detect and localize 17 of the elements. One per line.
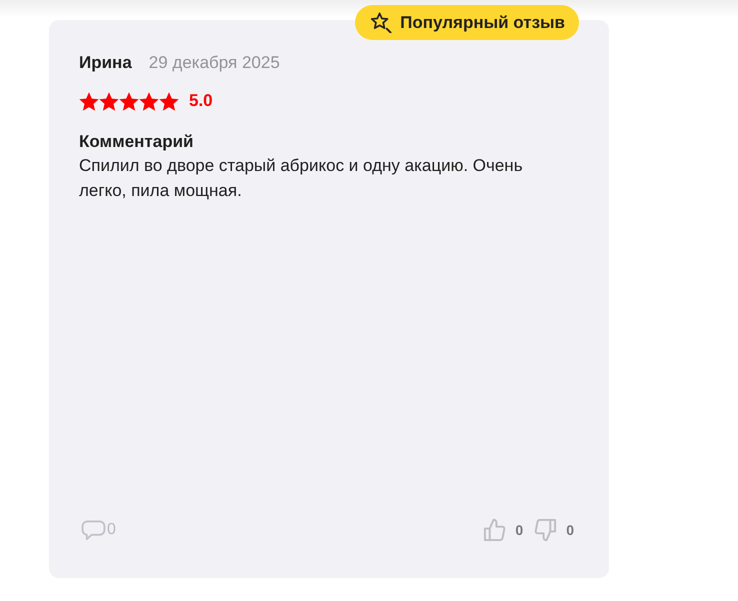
star-icon <box>159 92 179 110</box>
star-icon <box>139 92 159 110</box>
star-icon <box>119 92 139 110</box>
comment-heading: Комментарий <box>79 131 194 153</box>
star-icon <box>99 92 119 110</box>
star-wand-icon <box>371 12 392 33</box>
thumbs-up-icon <box>483 518 506 542</box>
badge-label: Популярный отзыв <box>400 12 565 32</box>
author-name: Ирина <box>79 53 132 73</box>
dislike-button[interactable]: 0 <box>534 518 574 542</box>
star-icon <box>79 92 99 110</box>
review-date: 29 декабря 2025 <box>148 53 280 73</box>
rating-value: 5.0 <box>189 91 213 111</box>
thumbs-down-icon <box>534 518 558 542</box>
like-button[interactable]: 0 <box>483 518 524 542</box>
speech-bubble-icon <box>81 520 106 540</box>
comment-text: Спилил во дворе старый абрикос и одну акацию. Очень легко, пила мощная. <box>79 155 524 202</box>
